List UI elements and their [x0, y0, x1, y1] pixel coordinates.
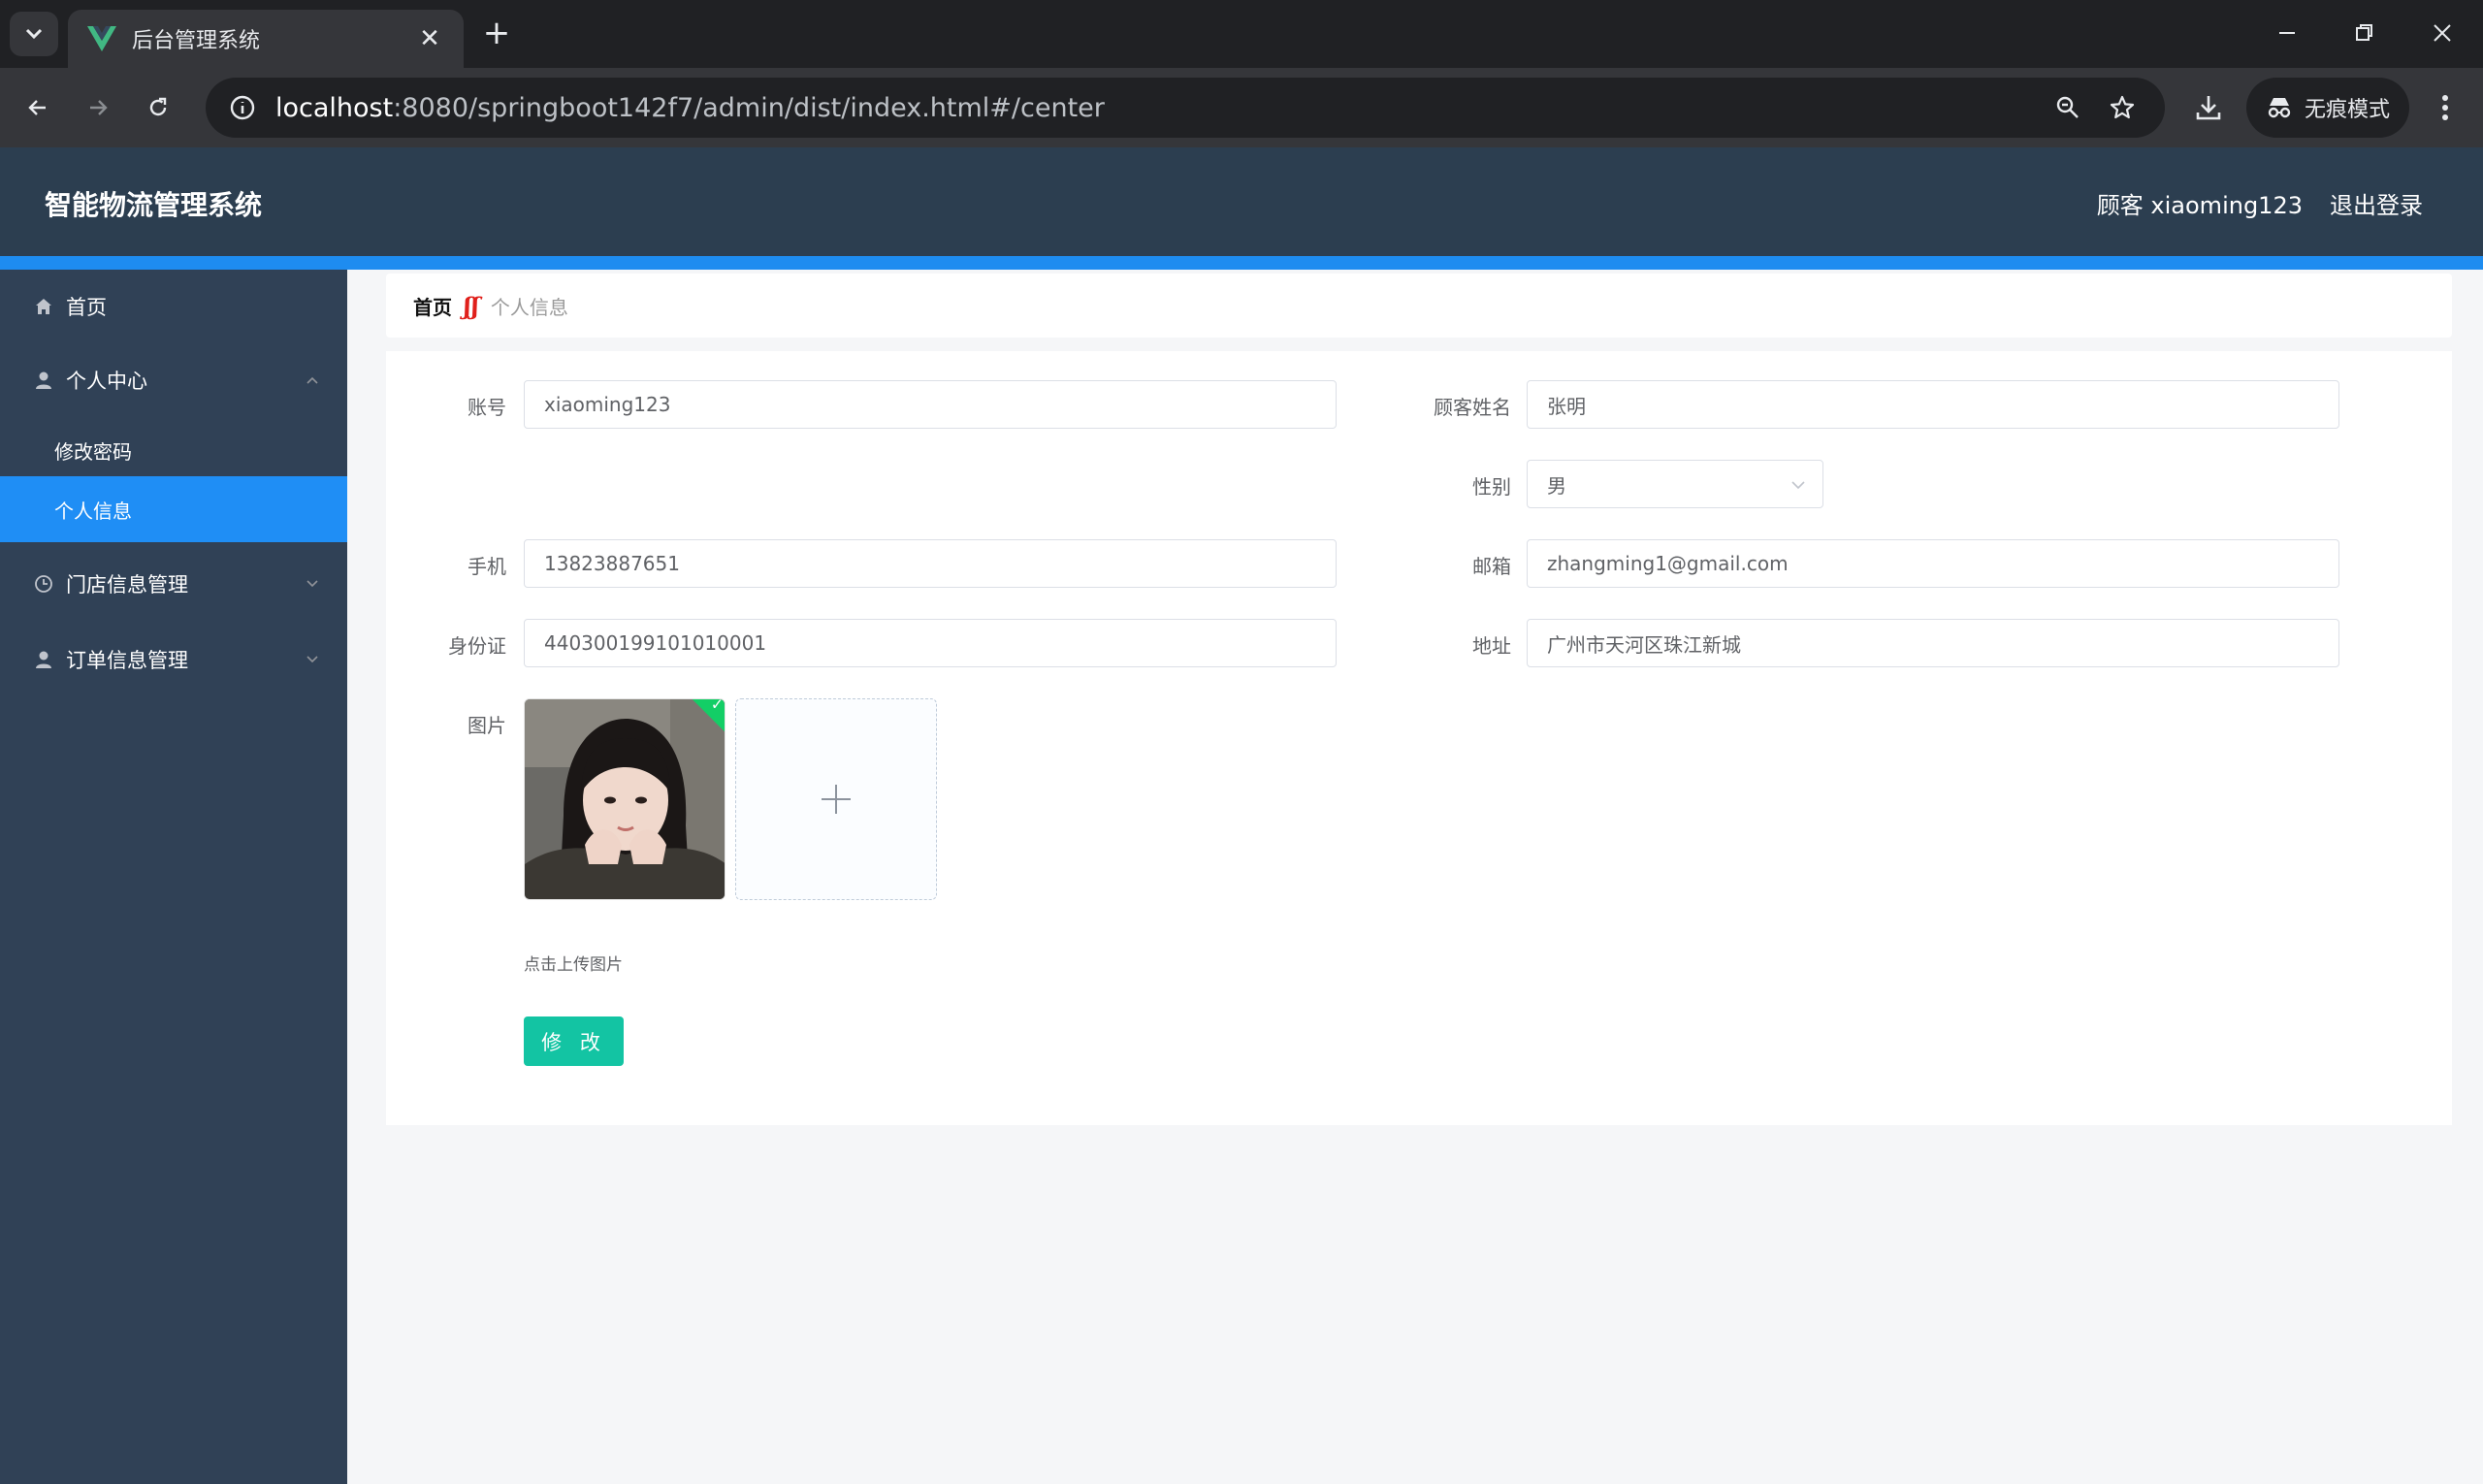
profile-photo-image [525, 699, 725, 899]
chevron-up-icon [306, 376, 318, 384]
close-window-button[interactable] [2423, 14, 2462, 52]
url-text[interactable]: localhost:8080/springboot142f7/admin/dis… [275, 93, 2035, 123]
upload-tip: 点击上传图片 [524, 955, 623, 975]
arrow-left-icon [28, 100, 46, 115]
uploaded-photo[interactable]: ✓ [524, 698, 726, 900]
site-info-icon[interactable] [227, 92, 258, 123]
incognito-label: 无痕模式 [2305, 98, 2391, 122]
url-path: :8080/springboot142f7/admin/dist/index.h… [393, 92, 1105, 123]
sidebar: 首页 个人中心 修改密码 个人信息 门店信息管理 订单信息管理 [0, 270, 347, 1484]
tab-search-button[interactable] [10, 12, 58, 56]
sidebar-item-order-management[interactable]: 订单信息管理 [0, 623, 347, 696]
breadcrumb-current: 个人信息 [490, 295, 568, 319]
download-icon [2196, 96, 2221, 120]
app-header: 智能物流管理系统 顾客 xiaoming123 退出登录 [0, 147, 2483, 256]
browser-tab[interactable]: 后台管理系统 ✕ [68, 10, 464, 68]
phone-label: 手机 [468, 555, 506, 578]
sidebar-subitem-personal-info[interactable]: 个人信息 [0, 476, 347, 542]
new-tab-button[interactable]: + [479, 16, 514, 50]
chevron-down-icon [25, 28, 43, 40]
phone-input[interactable]: 13823887651 [524, 539, 1337, 588]
sidebar-item-label: 个人中心 [66, 370, 147, 393]
current-user-label: 顾客 xiaoming123 [2096, 192, 2303, 219]
chevron-down-icon [306, 656, 318, 663]
header-accent-bar [0, 256, 2483, 270]
account-input[interactable]: xiaoming123 [524, 380, 1337, 429]
star-icon [2110, 95, 2135, 119]
sidebar-item-store-management[interactable]: 门店信息管理 [0, 547, 347, 621]
arrow-right-icon [90, 100, 108, 115]
close-icon [2434, 24, 2451, 42]
plus-icon [822, 785, 851, 814]
bookmark-button[interactable] [2101, 86, 2144, 129]
chevron-down-icon [1791, 481, 1805, 490]
app-title: 智能物流管理系统 [45, 189, 263, 221]
minimize-button[interactable] [2268, 14, 2306, 52]
gender-label: 性别 [1472, 475, 1511, 499]
user-icon [33, 370, 54, 391]
more-vertical-icon [2442, 95, 2448, 120]
restore-icon [2356, 24, 2372, 41]
logout-button[interactable]: 退出登录 [2330, 186, 2423, 220]
account-label: 账号 [468, 396, 506, 419]
tab-title: 后台管理系统 [132, 29, 261, 53]
incognito-badge[interactable]: 无痕模式 [2246, 78, 2409, 138]
sidebar-item-personal-center[interactable]: 个人中心 [0, 343, 347, 417]
sidebar-item-label: 门店信息管理 [66, 573, 188, 597]
email-input[interactable]: zhangming1@gmail.com [1527, 539, 2339, 588]
browser-tab-bar: 后台管理系统 ✕ + [0, 0, 2483, 68]
incognito-icon [2268, 98, 2291, 118]
reload-button[interactable] [138, 87, 178, 128]
sidebar-item-label: 首页 [66, 296, 107, 319]
tab-close-icon[interactable]: ✕ [415, 24, 444, 53]
downloads-button[interactable] [2186, 85, 2231, 130]
address-label: 地址 [1472, 634, 1511, 658]
sidebar-item-label: 订单信息管理 [66, 649, 188, 672]
reload-icon [149, 97, 167, 116]
zoom-button[interactable] [2047, 86, 2089, 129]
gender-value: 男 [1547, 473, 1566, 498]
sidebar-subitem-change-password[interactable]: 修改密码 [0, 417, 347, 483]
submit-button[interactable]: 修 改 [524, 1016, 624, 1066]
url-host: localhost [275, 92, 394, 123]
breadcrumb: 首页 ʃʃ 个人信息 [386, 274, 2452, 338]
chevron-down-icon [306, 580, 318, 588]
breadcrumb-separator-icon: ʃʃ [464, 291, 479, 320]
vue-logo-icon [87, 26, 116, 51]
sidebar-subitem-label: 修改密码 [54, 439, 132, 464]
browser-toolbar: localhost:8080/springboot142f7/admin/dis… [0, 68, 2483, 147]
sidebar-subitem-label: 个人信息 [54, 499, 132, 523]
id-card-label: 身份证 [448, 634, 506, 658]
customer-name-label: 顾客姓名 [1434, 396, 1511, 419]
zoom-icon [2056, 96, 2079, 118]
email-label: 邮箱 [1472, 555, 1511, 578]
home-icon [33, 296, 54, 317]
minimize-icon [2279, 32, 2295, 34]
clock-icon [33, 573, 54, 595]
back-button[interactable] [17, 87, 58, 128]
customer-name-input[interactable]: 张明 [1527, 380, 2339, 429]
address-bar[interactable]: localhost:8080/springboot142f7/admin/dis… [206, 78, 2165, 138]
breadcrumb-home[interactable]: 首页 [413, 292, 452, 320]
sidebar-item-home[interactable]: 首页 [0, 270, 347, 343]
forward-button[interactable] [78, 87, 118, 128]
id-card-input[interactable]: 440300199101010001 [524, 619, 1337, 667]
picture-label: 图片 [468, 714, 506, 737]
restore-button[interactable] [2345, 14, 2384, 52]
upload-picture-button[interactable] [735, 698, 937, 900]
check-icon: ✓ [710, 698, 725, 714]
address-input[interactable]: 广州市天河区珠江新城 [1527, 619, 2339, 667]
user-icon [33, 649, 54, 670]
browser-menu-button[interactable] [2425, 87, 2466, 128]
gender-select[interactable]: 男 [1527, 460, 1823, 508]
